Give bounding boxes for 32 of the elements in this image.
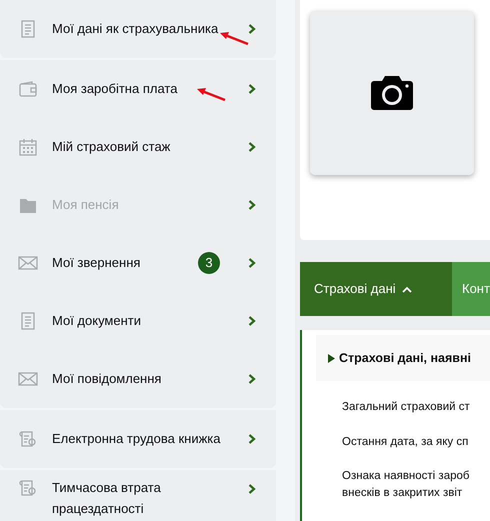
chevron-icon bbox=[248, 374, 256, 384]
menu-item[interactable]: Тимчасова втрата працездатності bbox=[0, 470, 276, 521]
photo-upload[interactable] bbox=[310, 11, 474, 175]
field-label: Остання дата, за яку сп bbox=[341, 434, 470, 450]
chevron-icon bbox=[248, 316, 256, 326]
accordion-header[interactable]: Страхові дані, наявні bbox=[316, 335, 490, 381]
wallet-icon bbox=[18, 79, 38, 99]
count-badge: 3 bbox=[198, 252, 220, 274]
menu-item[interactable]: Мій страховий стаж bbox=[0, 118, 276, 176]
field-label: Ознака наявності зароб внесків в закритих звіт bbox=[341, 469, 470, 502]
menu-item[interactable]: Мої документи bbox=[0, 292, 276, 350]
chevron-icon bbox=[248, 200, 256, 210]
chevron-icon bbox=[248, 84, 256, 94]
certificate-icon bbox=[18, 429, 38, 449]
chevron-icon bbox=[248, 142, 256, 152]
triangle-icon bbox=[328, 354, 335, 362]
camera-icon bbox=[371, 76, 413, 110]
menu-item[interactable]: Електронна трудова книжка bbox=[0, 410, 276, 468]
field-label: Загальний страховий ст bbox=[341, 400, 471, 415]
menu-item[interactable]: Мої повідомлення bbox=[0, 350, 276, 408]
calendar-icon bbox=[18, 137, 38, 157]
tab[interactable]: Конт bbox=[452, 262, 490, 316]
menu-item[interactable]: Мої дані як страхувальника bbox=[0, 0, 276, 58]
menu-item[interactable]: Моя заробітна плата bbox=[0, 60, 276, 118]
chevron-icon bbox=[248, 24, 256, 34]
certificate-icon bbox=[18, 478, 38, 498]
chevron-icon bbox=[248, 258, 256, 268]
chevron-icon bbox=[248, 484, 256, 494]
menu-item[interactable]: Мої звернення 3 bbox=[0, 234, 276, 292]
chevron-icon bbox=[248, 434, 256, 444]
tab[interactable]: Страхові дані bbox=[300, 262, 452, 316]
caret-icon bbox=[402, 286, 412, 292]
